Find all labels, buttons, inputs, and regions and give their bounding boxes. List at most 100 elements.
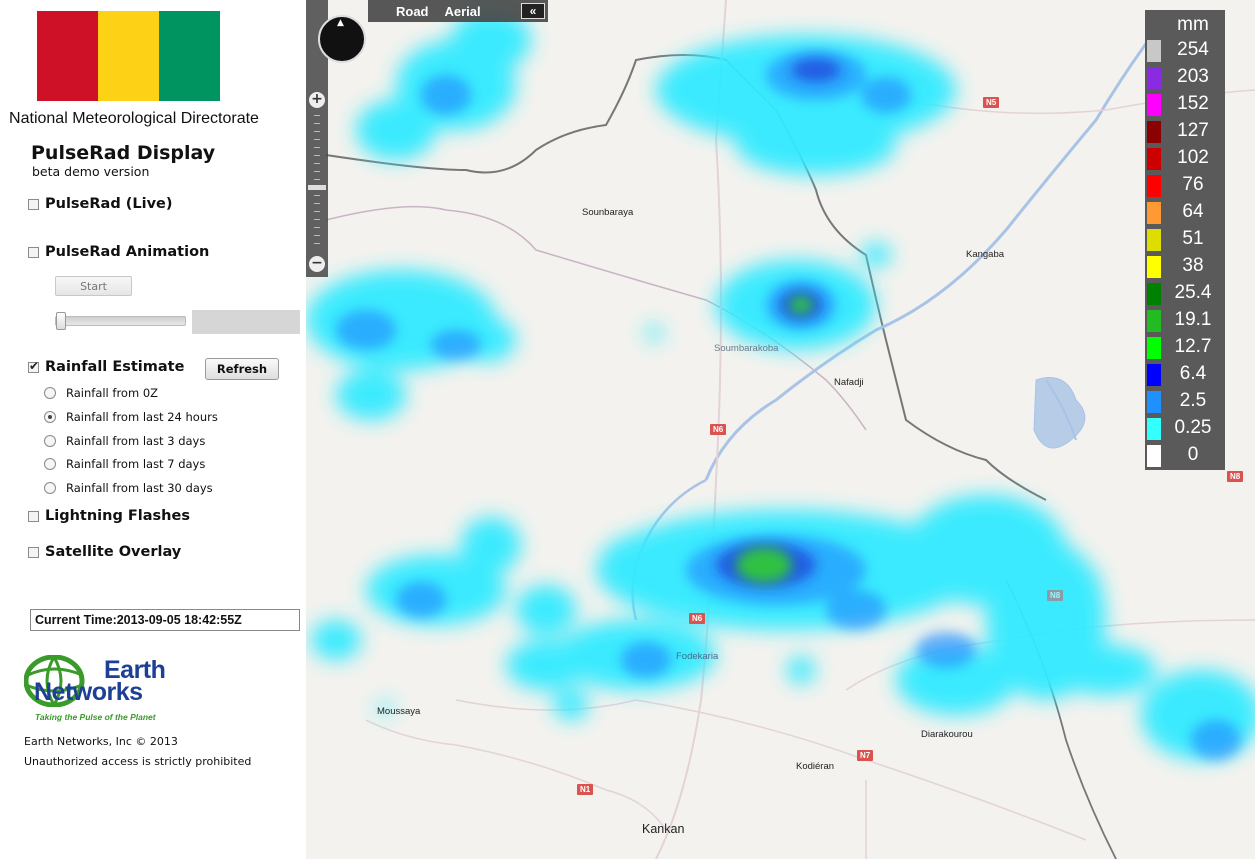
control-panel: National Meteorological Directorate Puls… — [0, 0, 306, 859]
legend-entry: 2.5 — [1145, 388, 1225, 415]
legend-swatch — [1147, 418, 1161, 440]
pulserad-live-checkbox[interactable] — [28, 198, 39, 210]
rainfall-radio-3d[interactable] — [44, 435, 56, 447]
app-title: PulseRad Display — [31, 142, 216, 164]
place-label: Diarakourou — [921, 729, 973, 740]
legend-entry: 6.4 — [1145, 361, 1225, 388]
legend-value: 38 — [1182, 255, 1204, 276]
legend-value: 12.7 — [1174, 336, 1212, 357]
map-type-road[interactable]: Road — [368, 4, 441, 19]
legend-swatch — [1147, 337, 1161, 359]
legend-value: 64 — [1182, 201, 1204, 222]
animation-time-display — [192, 310, 300, 334]
rainfall-option-24h[interactable]: Rainfall from last 24 hours — [44, 410, 218, 424]
compass-pan-icon[interactable] — [318, 15, 366, 63]
rainfall-option-label: Rainfall from last 3 days — [66, 434, 206, 448]
guinea-flag — [37, 11, 220, 101]
rainfall-option-3d[interactable]: Rainfall from last 3 days — [44, 434, 205, 448]
map-canvas[interactable] — [306, 0, 1255, 859]
legend-value: 0.25 — [1174, 417, 1212, 438]
pulserad-animation-label: PulseRad Animation — [45, 244, 210, 260]
satellite-checkbox[interactable] — [28, 546, 39, 558]
rainfall-option-label: Rainfall from 0Z — [66, 386, 159, 400]
lightning-label: Lightning Flashes — [45, 508, 190, 524]
legend-value: 152 — [1177, 93, 1209, 114]
legend-value: 25.4 — [1174, 282, 1212, 303]
place-label: Fodekaria — [676, 651, 719, 662]
rainfall-overlay — [306, 10, 1255, 760]
map-type-bar: Road Aerial « — [368, 0, 548, 22]
current-time-field: Current Time:2013-09-05 18:42:55Z — [30, 609, 300, 631]
legend-value: 19.1 — [1174, 309, 1212, 330]
legend-swatch — [1147, 256, 1161, 278]
start-button[interactable]: Start — [55, 276, 132, 296]
zoom-out-button[interactable]: − — [309, 256, 325, 272]
animation-slider-thumb[interactable] — [56, 312, 66, 330]
map-type-aerial[interactable]: Aerial — [441, 4, 493, 19]
copyright-text: Earth Networks, Inc © 2013 — [24, 735, 178, 748]
place-label: Sounbaraya — [582, 207, 634, 218]
rainfall-option-30d[interactable]: Rainfall from last 30 days — [44, 481, 213, 495]
legend-entry: 127 — [1145, 118, 1225, 145]
legend-entry: 51 — [1145, 226, 1225, 253]
legend-entry: 76 — [1145, 172, 1225, 199]
radar-map[interactable]: Sounbaraya Kangaba Soumbarakoba Nafadji … — [306, 0, 1255, 859]
zoom-level-marker[interactable] — [308, 185, 326, 190]
pulserad-animation-option[interactable]: PulseRad Animation — [28, 244, 209, 260]
legend-entry: 0 — [1145, 442, 1225, 469]
rainfall-option-0z[interactable]: Rainfall from 0Z — [44, 386, 158, 400]
legend-value: 2.5 — [1179, 390, 1207, 411]
road-shield: N6 — [689, 613, 706, 624]
legend-entry: 25.4 — [1145, 280, 1225, 307]
place-label: Kangaba — [966, 249, 1005, 260]
legend-swatch — [1147, 283, 1161, 305]
flag-stripe-red — [37, 11, 98, 101]
legend-swatch — [1147, 391, 1161, 413]
road-shield: N1 — [577, 784, 594, 795]
animation-slider-track[interactable] — [55, 316, 186, 326]
legend-entry: 0.25 — [1145, 415, 1225, 442]
legend-swatch — [1147, 310, 1161, 332]
rainfall-radio-0z[interactable] — [44, 387, 56, 399]
legend-entry: 203 — [1145, 64, 1225, 91]
legend-entry: 19.1 — [1145, 307, 1225, 334]
legend-swatch — [1147, 94, 1161, 116]
lightning-checkbox[interactable] — [28, 510, 39, 522]
access-notice: Unauthorized access is strictly prohibit… — [24, 755, 252, 768]
legend-entry: 38 — [1145, 253, 1225, 280]
animation-slider[interactable] — [55, 312, 186, 330]
place-label: Kodiéran — [796, 761, 835, 772]
legend-value: 76 — [1182, 174, 1204, 195]
rainfall-radio-7d[interactable] — [44, 458, 56, 470]
zoom-in-button[interactable]: + — [309, 92, 325, 108]
flag-stripe-yellow — [98, 11, 159, 101]
rainfall-radio-24h[interactable] — [44, 411, 56, 423]
legend-value: 51 — [1182, 228, 1204, 249]
rainfall-estimate-option[interactable]: Rainfall Estimate — [28, 359, 184, 375]
double-chevron-left-icon[interactable]: « — [521, 3, 545, 19]
pulserad-live-label: PulseRad (Live) — [45, 196, 173, 212]
earth-networks-logo[interactable]: Earth Networks Taking the Pulse of the P… — [24, 655, 199, 727]
legend-swatch — [1147, 202, 1161, 224]
lightning-option[interactable]: Lightning Flashes — [28, 508, 190, 524]
rainfall-option-7d[interactable]: Rainfall from last 7 days — [44, 457, 205, 471]
legend-value: 0 — [1187, 444, 1199, 465]
pulserad-live-option[interactable]: PulseRad (Live) — [28, 196, 173, 212]
road-shield: N8 — [1047, 590, 1064, 601]
road-shield: N8 — [1227, 471, 1244, 482]
rainfall-option-label: Rainfall from last 30 days — [66, 481, 213, 495]
legend-swatch — [1147, 229, 1161, 251]
legend-swatch — [1147, 445, 1161, 467]
refresh-button[interactable]: Refresh — [205, 358, 279, 380]
legend-entry: 102 — [1145, 145, 1225, 172]
satellite-option[interactable]: Satellite Overlay — [28, 544, 181, 560]
rainfall-estimate-checkbox[interactable] — [28, 359, 39, 373]
legend-value: 254 — [1177, 39, 1209, 60]
legend-swatch — [1147, 364, 1161, 386]
rainfall-radio-30d[interactable] — [44, 482, 56, 494]
pulserad-animation-checkbox[interactable] — [28, 246, 39, 258]
satellite-label: Satellite Overlay — [45, 544, 182, 560]
legend-swatch — [1147, 175, 1161, 197]
zoom-slider-ticks[interactable] — [314, 115, 320, 250]
legend-entry: 64 — [1145, 199, 1225, 226]
